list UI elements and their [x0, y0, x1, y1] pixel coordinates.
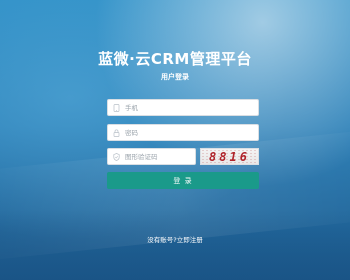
phone-field[interactable]: [107, 99, 259, 116]
login-page: 蓝微·云CRM管理平台 用户登录 8816: [0, 0, 350, 280]
password-field[interactable]: [107, 124, 259, 141]
lock-icon: [108, 125, 125, 140]
password-input[interactable]: [125, 128, 258, 137]
captcha-image[interactable]: 8816: [200, 148, 259, 165]
register-link[interactable]: 没有账号?立即注册: [147, 236, 202, 244]
shield-icon: [108, 149, 125, 164]
captcha-input[interactable]: [125, 152, 195, 161]
phone-input[interactable]: [125, 103, 258, 112]
login-button[interactable]: 登 录: [107, 172, 259, 189]
background-floor: [0, 210, 350, 280]
phone-icon: [108, 100, 125, 115]
captcha-code: 8816: [209, 149, 250, 164]
page-title: 蓝微·云CRM管理平台: [98, 50, 252, 68]
register-row: 没有账号?立即注册: [0, 234, 350, 244]
captcha-field[interactable]: [107, 148, 196, 165]
page-subtitle: 用户登录: [161, 73, 189, 81]
